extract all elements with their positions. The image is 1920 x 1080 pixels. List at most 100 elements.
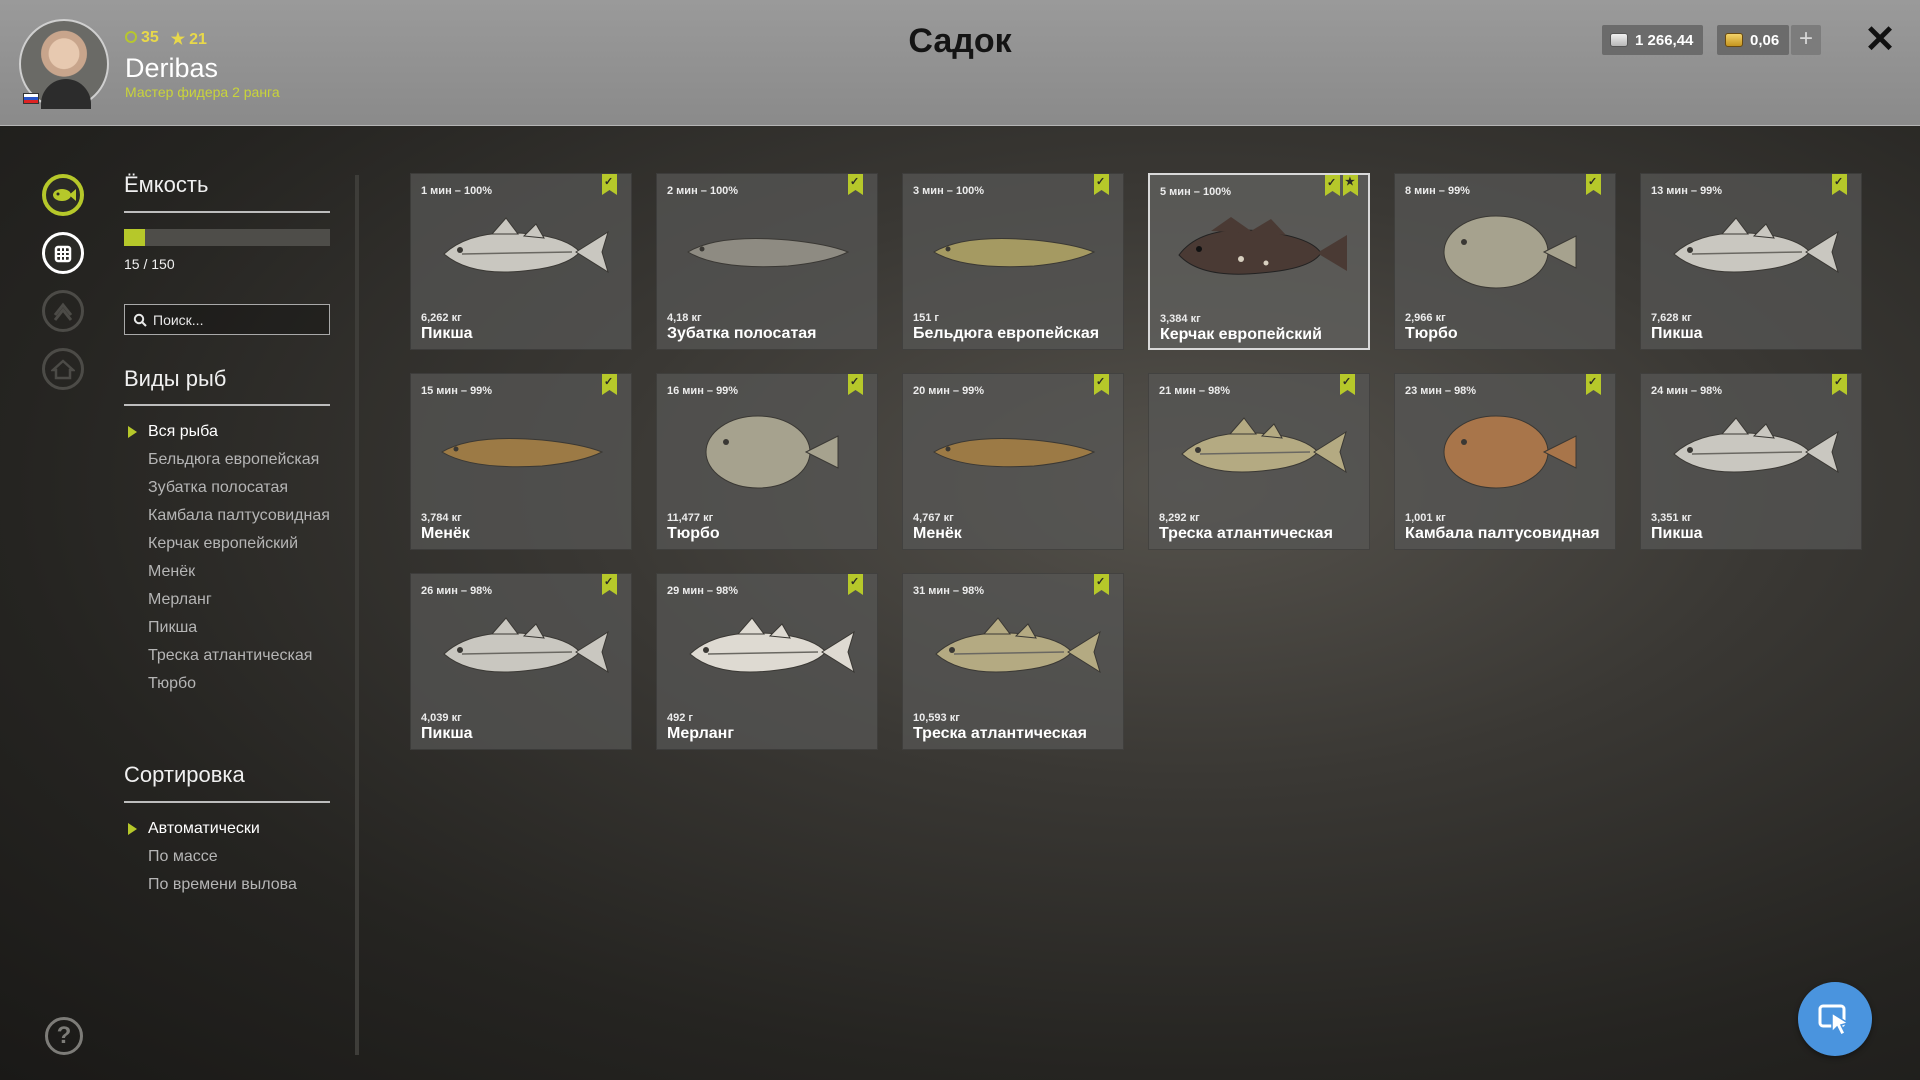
fish-card[interactable]: 1 мин – 100% 6,262 кг Пикша	[410, 173, 632, 350]
fish-card[interactable]: 23 мин – 98% 1,001 кг Камбала палтусовид…	[1394, 373, 1616, 550]
fish-name: Пикша	[1651, 525, 1703, 542]
silver-coin-icon	[1610, 33, 1628, 47]
fish-weight: 11,477 кг	[667, 512, 714, 524]
fish-name: Менёк	[913, 525, 962, 542]
fish-tab[interactable]	[42, 174, 84, 216]
sort-option-item[interactable]: Автоматически	[128, 820, 338, 838]
bookmark-check-icon[interactable]	[602, 174, 617, 195]
fish-weight: 1,001 кг	[1405, 512, 1446, 524]
level-icon	[125, 31, 137, 43]
fish-image	[1181, 417, 1347, 474]
species-filter-item[interactable]: Зубатка полосатая	[148, 479, 338, 497]
rank-tab[interactable]	[42, 290, 84, 332]
fish-card[interactable]: 20 мин – 99% 4,767 кг Менёк	[902, 373, 1124, 550]
fish-card[interactable]: 5 мин – 100% 3,384 кг Керчак европейский	[1148, 173, 1370, 350]
bookmark-check-icon[interactable]	[1094, 174, 1109, 195]
sort-option-item[interactable]: По времени вылова	[148, 876, 338, 894]
catch-time: 20 мин – 99%	[913, 385, 985, 397]
fish-name: Мерланг	[667, 725, 734, 742]
fish-name: Тюрбо	[1405, 325, 1458, 342]
catch-time: 31 мин – 98%	[913, 585, 985, 597]
panel-divider	[355, 175, 359, 1055]
species-filter-item[interactable]: Камбала палтусовидная	[148, 507, 338, 525]
fish-card[interactable]: 29 мин – 98% 492 г Мерланг	[656, 573, 878, 750]
divider	[124, 404, 330, 406]
flag-icon	[23, 93, 39, 104]
fish-weight: 3,351 кг	[1651, 512, 1692, 524]
fish-image	[1673, 217, 1839, 274]
top-bar: 35 ★ 21 Deribas Мастер фидера 2 ранга Сад…	[0, 0, 1920, 126]
sort-option-item[interactable]: По массе	[148, 848, 338, 866]
bookmark-check-icon[interactable]	[602, 374, 617, 395]
gold-balance: 0,06	[1717, 25, 1790, 55]
catch-time: 26 мин – 98%	[421, 585, 493, 597]
fish-card[interactable]: 15 мин – 99% 3,784 кг Менёк	[410, 373, 632, 550]
stars-stat: ★ 21	[171, 29, 207, 49]
gold-coin-icon	[1725, 33, 1743, 47]
bookmark-check-icon[interactable]	[848, 374, 863, 395]
species-filter-item[interactable]: Керчак европейский	[148, 535, 338, 553]
home-tab[interactable]	[42, 348, 84, 390]
sort-options-list: Автоматически По массе По времени вылова	[128, 820, 338, 904]
species-filter-item[interactable]: Менёк	[148, 563, 338, 581]
species-filter-item[interactable]: Треска атлантическая	[148, 647, 338, 665]
catch-time: 2 мин – 100%	[667, 185, 739, 197]
search-input[interactable]	[153, 311, 323, 328]
fish-card[interactable]: 24 мин – 98% 3,351 кг Пикша	[1640, 373, 1862, 550]
bookmark-check-icon[interactable]	[1325, 175, 1340, 196]
fish-name: Менёк	[421, 525, 470, 542]
fish-weight: 8,292 кг	[1159, 512, 1200, 524]
cursor-mode-button[interactable]	[1798, 982, 1872, 1056]
bookmark-check-icon[interactable]	[1586, 374, 1601, 395]
catch-time: 23 мин – 98%	[1405, 385, 1477, 397]
keepnet-tab[interactable]	[42, 232, 84, 274]
add-currency-button[interactable]: +	[1791, 25, 1821, 55]
fish-card[interactable]: 13 мин – 99% 7,628 кг Пикша	[1640, 173, 1862, 350]
fish-name: Керчак европейский	[1160, 326, 1322, 343]
capacity-fill	[124, 229, 145, 246]
fish-weight: 6,262 кг	[421, 312, 462, 324]
close-button[interactable]: ✕	[1862, 20, 1898, 60]
bookmark-check-icon[interactable]	[1832, 174, 1847, 195]
catch-time: 5 мин – 100%	[1160, 186, 1232, 198]
fish-name: Бельдюга европейская	[913, 325, 1100, 342]
divider	[124, 801, 330, 803]
username: Deribas	[125, 53, 219, 83]
fish-card[interactable]: 26 мин – 98% 4,039 кг Пикша	[410, 573, 632, 750]
fish-image	[689, 617, 855, 674]
fish-card[interactable]: 3 мин – 100% 151 г Бельдюга европейская	[902, 173, 1124, 350]
fish-image	[705, 415, 839, 489]
fish-card[interactable]: 21 мин – 98% 8,292 кг Треска атлантическ…	[1148, 373, 1370, 550]
fish-name: Пикша	[421, 725, 473, 742]
bookmark-check-icon[interactable]	[1586, 174, 1601, 195]
fish-image	[933, 238, 1096, 268]
species-filter-item[interactable]: Пикша	[148, 619, 338, 637]
bookmark-check-icon[interactable]	[602, 574, 617, 595]
catch-time: 1 мин – 100%	[421, 185, 493, 197]
bookmark-check-icon[interactable]	[1094, 574, 1109, 595]
fish-image	[441, 438, 604, 468]
search-icon	[133, 313, 147, 327]
species-filter-item[interactable]: Тюрбо	[148, 675, 338, 693]
fish-card[interactable]: 8 мин – 99% 2,966 кг Тюрбо	[1394, 173, 1616, 350]
fish-card[interactable]: 2 мин – 100% 4,18 кг Зубатка полосатая	[656, 173, 878, 350]
fish-card[interactable]: 31 мин – 98% 10,593 кг Треска атлантичес…	[902, 573, 1124, 750]
divider	[124, 211, 330, 213]
fish-weight: 7,628 кг	[1651, 312, 1692, 324]
species-filter-item[interactable]: Вся рыба	[128, 423, 338, 441]
level-stat: 35	[125, 29, 159, 49]
bookmark-check-icon[interactable]	[848, 174, 863, 195]
bookmark-check-icon[interactable]	[1340, 374, 1355, 395]
help-button[interactable]: ?	[45, 1017, 83, 1055]
fish-card[interactable]: 16 мин – 99% 11,477 кг Тюрбо	[656, 373, 878, 550]
bookmark-check-icon[interactable]	[848, 574, 863, 595]
bookmark-check-icon[interactable]	[1832, 374, 1847, 395]
fish-weight: 3,784 кг	[421, 512, 462, 524]
catch-time: 21 мин – 98%	[1159, 385, 1231, 397]
fish-image	[687, 238, 850, 268]
bookmark-star-icon[interactable]	[1343, 175, 1358, 196]
species-filter-item[interactable]: Бельдюга европейская	[148, 451, 338, 469]
species-filter-item[interactable]: Мерланг	[148, 591, 338, 609]
search-box[interactable]	[124, 304, 330, 335]
bookmark-check-icon[interactable]	[1094, 374, 1109, 395]
